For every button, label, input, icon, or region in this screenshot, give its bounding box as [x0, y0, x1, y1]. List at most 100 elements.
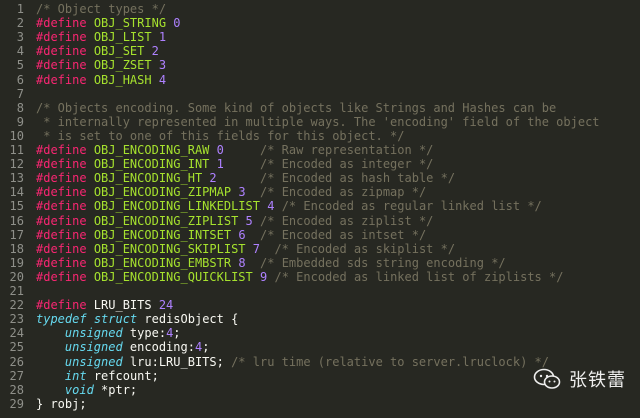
code-line[interactable]: 1 /* Object types */	[0, 2, 640, 17]
code-token: #define	[36, 255, 87, 270]
line-number: 2	[16, 16, 24, 31]
line-number: 7	[16, 86, 24, 101]
code-line[interactable]: 25 unsigned encoding:4;	[0, 340, 640, 355]
code-line[interactable]: 2 #define OBJ_STRING 0	[0, 16, 640, 31]
code-line[interactable]: 4 #define OBJ_SET 2	[0, 44, 640, 59]
code-token: #define	[36, 227, 87, 242]
watermark-text: 张铁蕾	[569, 370, 626, 391]
line-number: 9	[16, 114, 24, 129]
code-token: 0	[216, 143, 224, 157]
code-token: 3	[238, 185, 246, 200]
code-line[interactable]: 21	[0, 284, 640, 299]
code-token: 1	[216, 157, 224, 172]
code-token: OBJ_ENCODING_LINKEDLIST	[93, 199, 260, 214]
code-text: * is set to one of this fields for this …	[36, 129, 404, 144]
code-text: void *ptr;	[36, 383, 137, 398]
line-number: 22	[9, 298, 24, 313]
line-number: 23	[9, 312, 24, 327]
line-number: 25	[9, 340, 24, 355]
code-token: refcount;	[86, 368, 159, 383]
code-line[interactable]: 29 } robj;	[0, 397, 640, 412]
code-token: type:	[122, 326, 167, 341]
code-token: } robj;	[36, 396, 87, 411]
code-token: #define	[36, 143, 87, 157]
code-line[interactable]: 3 #define OBJ_LIST 1	[0, 30, 640, 45]
code-token: LRU_BITS	[86, 298, 159, 313]
line-number: 12	[9, 157, 24, 172]
code-token: #define	[36, 185, 87, 200]
code-token: /* Encoded as linked list of ziplists */	[274, 269, 564, 284]
code-token: ;	[202, 340, 210, 355]
code-line[interactable]: 13 #define OBJ_ENCODING_HT 2 /* Encoded a…	[0, 171, 640, 186]
code-text: #define OBJ_ENCODING_QUICKLIST 9 /* Enco…	[36, 270, 563, 285]
code-token: OBJ_ENCODING_SKIPLIST	[93, 241, 246, 256]
code-token: #define	[36, 16, 87, 31]
code-text: #define OBJ_ENCODING_RAW 0 /* Raw repres…	[36, 143, 433, 158]
code-line[interactable]: 20 #define OBJ_ENCODING_QUICKLIST 9 /* En…	[0, 270, 640, 285]
code-token: OBJ_ZSET	[93, 58, 152, 73]
code-token: #define	[36, 157, 87, 172]
code-line[interactable]: 7	[0, 87, 640, 102]
code-line[interactable]: 8 /* Objects encoding. Some kind of objec…	[0, 101, 640, 116]
code-line[interactable]: 14 #define OBJ_ENCODING_ZIPMAP 3 /* Encod…	[0, 185, 640, 200]
code-line[interactable]: 16 #define OBJ_ENCODING_ZIPLIST 5 /* Enco…	[0, 214, 640, 229]
code-line[interactable]: 22 #define LRU_BITS 24	[0, 298, 640, 313]
code-line[interactable]: 5 #define OBJ_ZSET 3	[0, 58, 640, 73]
line-number: 13	[9, 171, 24, 186]
code-line[interactable]: 6 #define OBJ_HASH 4	[0, 73, 640, 88]
code-token: OBJ_ENCODING_ZIPLIST	[93, 213, 239, 228]
line-number: 16	[9, 213, 24, 228]
code-line[interactable]: 19 #define OBJ_ENCODING_EMBSTR 8 /* Embed…	[0, 256, 640, 271]
code-token: void	[64, 382, 94, 397]
code-token: 5	[245, 213, 253, 228]
code-token: #define	[36, 199, 87, 214]
code-token: OBJ_ENCODING_HT	[93, 171, 203, 186]
code-token: /* lru time (relative to server.lruclock…	[231, 354, 549, 369]
code-line[interactable]: 18 #define OBJ_ENCODING_SKIPLIST 7 /* Enc…	[0, 242, 640, 257]
code-text: #define OBJ_LIST 1	[36, 30, 166, 45]
code-line[interactable]: 15 #define OBJ_ENCODING_LINKEDLIST 4 /* E…	[0, 199, 640, 214]
code-token: unsigned	[64, 326, 123, 341]
code-token: /* Encoded as zipmap */	[260, 185, 427, 200]
line-number: 20	[9, 269, 24, 284]
code-token: OBJ_ENCODING_EMBSTR	[93, 255, 232, 270]
code-line[interactable]: 9 * internally represented in multiple w…	[0, 115, 640, 130]
code-line[interactable]: 11 #define OBJ_ENCODING_RAW 0 /* Raw repr…	[0, 143, 640, 158]
code-token: OBJ_SET	[93, 44, 145, 59]
line-number: 19	[9, 255, 24, 270]
code-editor[interactable]: 1 /* Object types */ 2 #define OBJ_STRING 0…	[0, 0, 640, 418]
code-line[interactable]: 23 typedef struct redisObject {	[0, 312, 640, 327]
line-number: 4	[16, 44, 24, 59]
code-token: #define	[36, 30, 87, 45]
line-number: 29	[9, 396, 24, 411]
code-text: #define OBJ_ENCODING_INT 1 /* Encoded as…	[36, 157, 433, 172]
code-line[interactable]: 10 * is set to one of this fields for th…	[0, 129, 640, 144]
code-line[interactable]: 12 #define OBJ_ENCODING_INT 1 /* Encoded …	[0, 157, 640, 172]
code-text: } robj;	[36, 397, 87, 412]
code-line[interactable]: 24 unsigned type:4;	[0, 326, 640, 341]
code-token: /* Encoded as skiplist */	[274, 241, 456, 256]
code-token: OBJ_STRING	[93, 16, 167, 31]
code-line[interactable]: 17 #define OBJ_ENCODING_INTSET 6 /* Encod…	[0, 228, 640, 243]
code-token: #define	[36, 44, 87, 59]
code-text: #define OBJ_ZSET 3	[36, 58, 166, 73]
code-token: typedef	[36, 312, 87, 327]
